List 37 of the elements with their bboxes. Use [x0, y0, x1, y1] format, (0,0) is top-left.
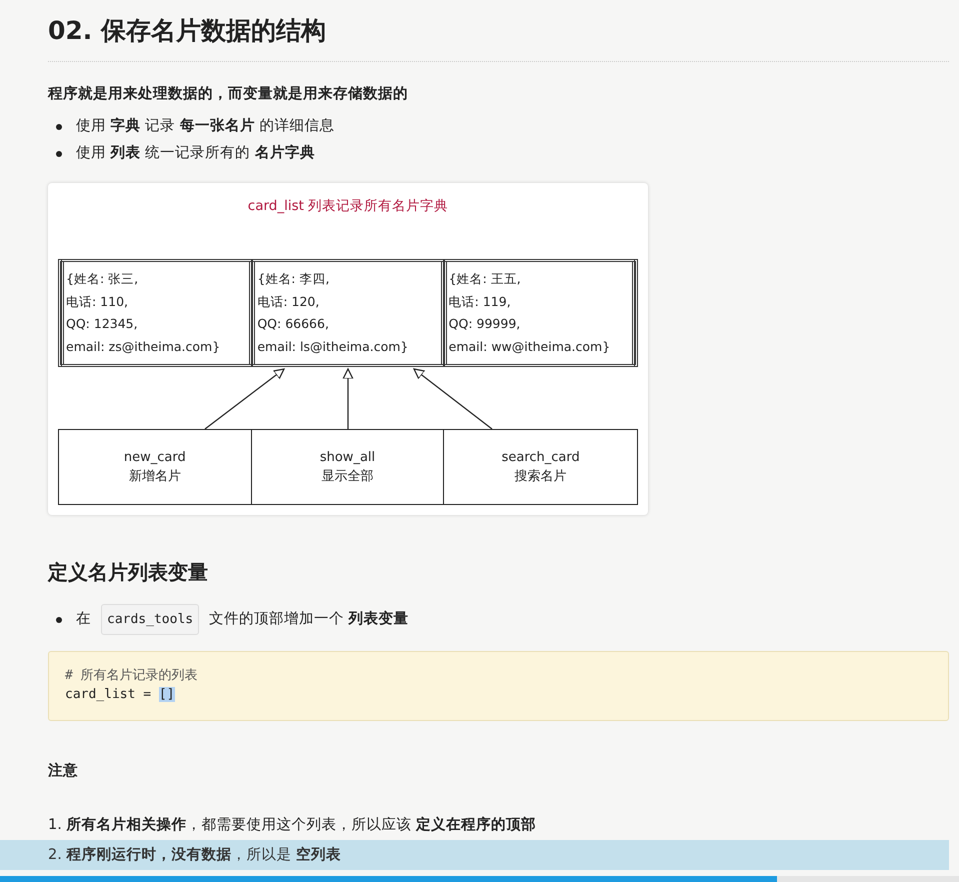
dict-line: email: ls@itheima.com}: [257, 338, 410, 356]
function-name: show_all: [320, 449, 376, 467]
selected-code: []: [158, 687, 175, 702]
bullet-text: 使用 字典 记录 每一张名片 的详细信息: [76, 116, 334, 136]
note-heading: 注意: [48, 762, 79, 780]
dict-line: {姓名: 张三,: [66, 270, 140, 288]
code-line: card_list =: [65, 687, 152, 702]
function-label: 新增名片: [128, 468, 181, 486]
progress-track[interactable]: [0, 876, 959, 882]
note-item: 1. 所有名片相关操作，都需要使用这个列表，所以应该 定义在程序的顶部: [47, 816, 538, 835]
dict-line: QQ: 12345,: [66, 315, 139, 333]
bullet-text: 在: [76, 610, 91, 629]
bullet-text: 文件的顶部增加一个 列表变量: [209, 610, 409, 629]
function-label: 搜索名片: [514, 468, 567, 486]
dict-line: {姓名: 李四,: [257, 270, 330, 288]
dict-line: QQ: 66666,: [257, 315, 330, 333]
dict-line: email: ww@itheima.com}: [448, 338, 612, 356]
page-title: 02. 保存名片数据的结构: [48, 14, 949, 62]
dict-line: {姓名: 王五,: [448, 270, 522, 288]
code-comment: # 所有名片记录的列表: [65, 667, 199, 685]
dict-line: 电话: 120,: [257, 292, 320, 310]
dict-line: QQ: 99999,: [448, 315, 522, 333]
function-name: search_card: [502, 449, 580, 467]
diagram-title: card_list 列表记录所有名片字典: [246, 197, 450, 215]
bullet-icon: [56, 124, 62, 130]
dict-line: email: zs@itheima.com}: [66, 338, 222, 356]
bullet-icon: [56, 150, 62, 156]
bullet-text: 使用 列表 统一记录所有的 名片字典: [76, 143, 315, 163]
section-heading: 定义名片列表变量: [48, 559, 209, 586]
note-item: 2. 程序刚运行时，没有数据，所以是 空列表: [0, 840, 949, 870]
dict-line: 电话: 119,: [448, 292, 512, 310]
intro-text: 程序就是用来处理数据的，而变量就是用来存储数据的: [48, 84, 409, 103]
bullet-icon: [56, 616, 62, 622]
dict-line: 电话: 110,: [66, 292, 130, 310]
function-name: new_card: [124, 449, 186, 467]
function-label: 显示全部: [321, 468, 374, 486]
inline-code: cards_tools: [101, 604, 200, 635]
